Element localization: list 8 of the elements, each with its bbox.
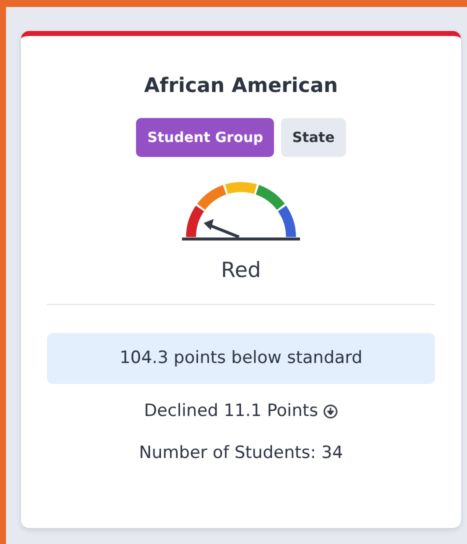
change-text: Declined 11.1 Points [144, 401, 318, 421]
distance-banner: 104.3 points below standard [47, 333, 435, 384]
filter-tab[interactable]: State [281, 118, 346, 157]
filter-tab[interactable]: Student Group [136, 118, 274, 157]
arrow-circle-icon [323, 404, 338, 418]
student-count: Number of Students: 34 [138, 443, 344, 463]
status-label: Red [221, 258, 261, 282]
card-title: African American [144, 73, 338, 97]
